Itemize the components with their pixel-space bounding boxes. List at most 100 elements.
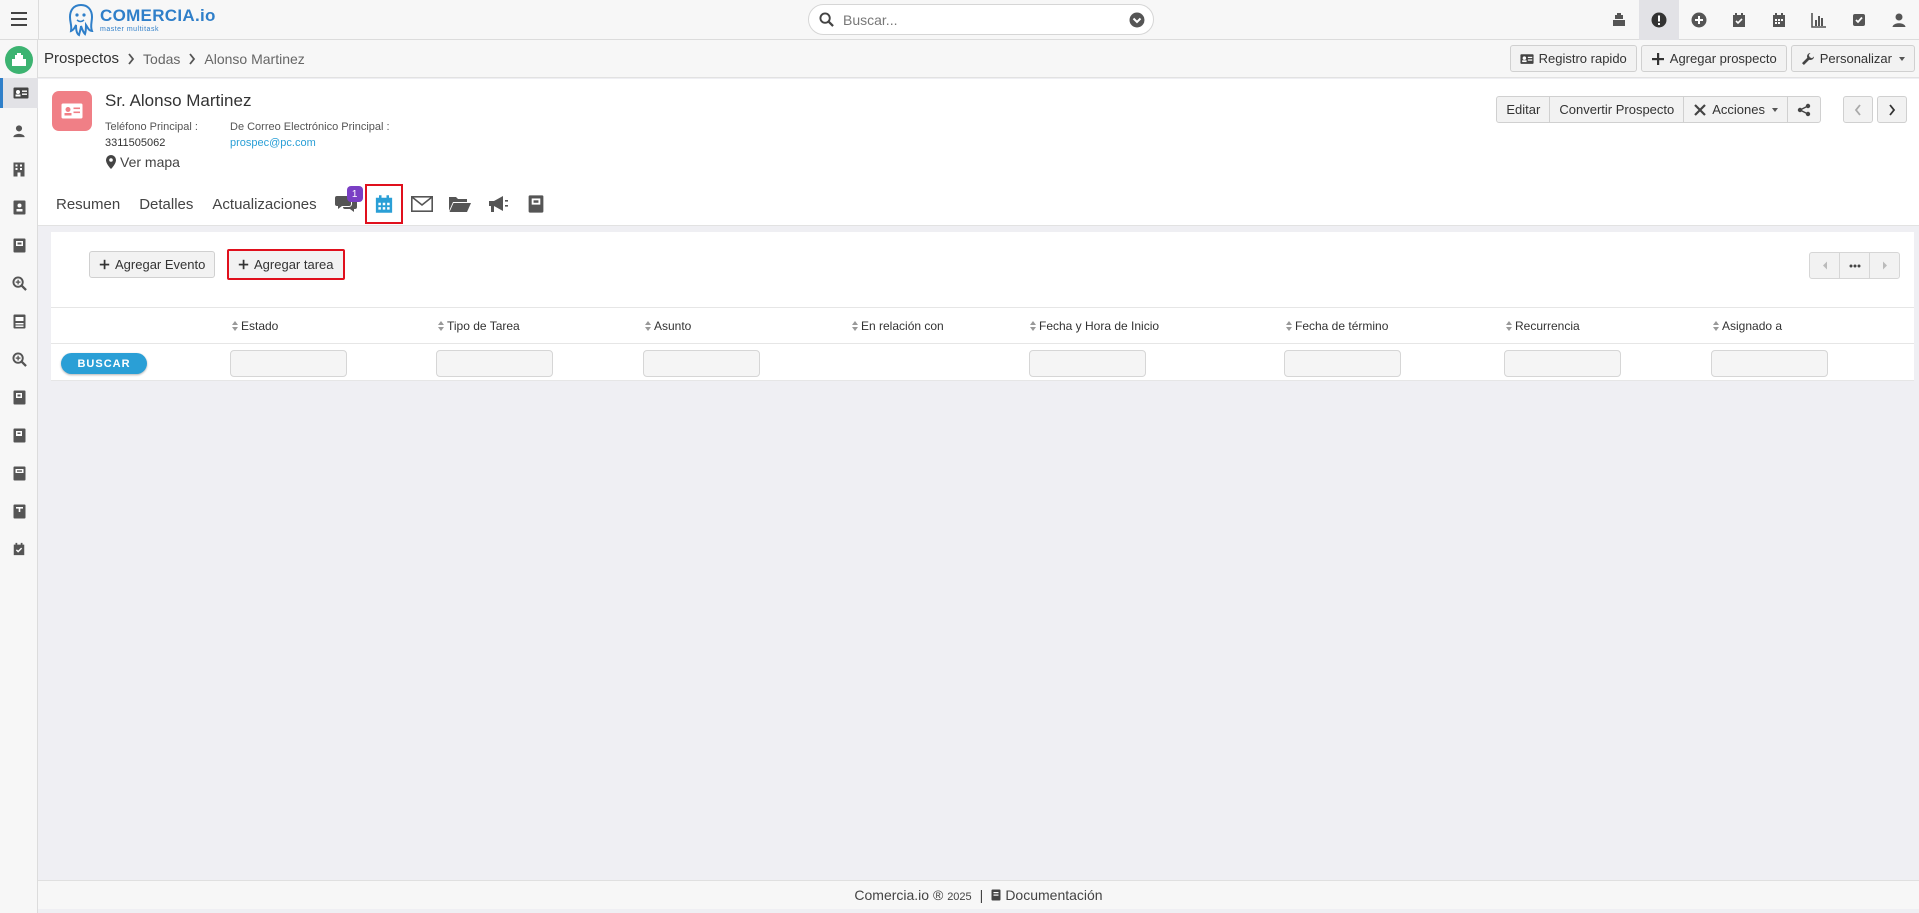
sidebar-item-prospects[interactable] [0, 78, 38, 108]
sidebar-item-invoices[interactable] [0, 382, 38, 412]
pagination [1809, 252, 1900, 279]
sidebar-item-tasks[interactable] [0, 496, 38, 526]
column-header[interactable]: Asunto [645, 319, 691, 333]
table-header: Estado Tipo de Tarea Asunto En relación … [51, 307, 1914, 344]
column-header[interactable]: Tipo de Tarea [438, 319, 520, 333]
user-icon[interactable] [1879, 0, 1919, 40]
bar-chart-icon[interactable] [1799, 0, 1839, 40]
sidebar-item-purchases[interactable] [0, 420, 38, 450]
plus-circle-icon[interactable] [1679, 0, 1719, 40]
tab-comments[interactable]: 1 [327, 184, 365, 224]
tab-documents[interactable] [441, 184, 479, 224]
tab-calendar[interactable] [364, 184, 403, 224]
next-record-button[interactable] [1877, 96, 1907, 123]
add-event-button[interactable]: Agregar Evento [89, 251, 216, 278]
actions-dropdown[interactable]: Acciones [1683, 96, 1788, 123]
map-marker-icon [106, 155, 116, 169]
sidebar-item-contacts[interactable] [0, 116, 38, 146]
chevron-right-icon [128, 52, 135, 65]
filter-input-recurrence[interactable] [1504, 350, 1621, 377]
calendar-icon[interactable] [1759, 0, 1799, 40]
tab-summary[interactable]: Resumen [56, 196, 120, 213]
home-icon[interactable] [5, 46, 33, 74]
filter-input-end-date[interactable] [1284, 350, 1401, 377]
customize-button[interactable]: Personalizar [1790, 45, 1915, 72]
tab-emails[interactable] [403, 184, 441, 224]
book-c-icon [13, 238, 25, 252]
filter-input-assigned-to[interactable] [1711, 350, 1828, 377]
record-navigation [1843, 96, 1907, 123]
column-header[interactable]: Recurrencia [1506, 319, 1580, 333]
sidebar-item-search[interactable] [0, 344, 38, 374]
view-map-link[interactable]: Ver mapa [106, 154, 180, 170]
share-button[interactable] [1787, 96, 1821, 123]
more-options-button[interactable] [1839, 252, 1870, 279]
breadcrumb-module[interactable]: Prospectos [44, 50, 119, 67]
calendar-check-icon [13, 542, 25, 556]
filter-input-start-date[interactable] [1029, 350, 1146, 377]
sort-icon [1506, 321, 1512, 331]
sidebar-item-catalog[interactable] [0, 230, 38, 260]
column-header[interactable]: Fecha y Hora de Inicio [1030, 319, 1159, 333]
previous-record-button[interactable] [1843, 96, 1873, 123]
tab-details[interactable]: Detalles [139, 196, 193, 213]
convert-prospect-button[interactable]: Convertir Prospecto [1549, 96, 1685, 123]
tab-updates[interactable]: Actualizaciones [212, 196, 316, 213]
email-field: De Correo Electrónico Principal : prospe… [230, 119, 390, 151]
plus-icon [238, 259, 249, 270]
caret-down-icon [1899, 56, 1905, 61]
envelope-icon [410, 196, 433, 212]
next-page-button[interactable] [1869, 252, 1900, 279]
record-name: Sr. Alonso Martinez [105, 91, 252, 110]
sidebar-item-companies[interactable] [0, 154, 38, 184]
tab-campaigns[interactable] [479, 184, 517, 224]
quick-register-button[interactable]: Registro rapido [1509, 45, 1637, 72]
breadcrumb-bar: Prospectos Todas Alonso Martinez Registr… [38, 40, 1919, 78]
menu-icon[interactable] [8, 8, 30, 30]
column-header[interactable]: Estado [232, 319, 278, 333]
checkbox-icon[interactable] [1839, 0, 1879, 40]
add-prospect-button[interactable]: Agregar prospecto [1640, 45, 1787, 72]
phone-label: Teléfono Principal : [105, 121, 198, 133]
sidebar-item-contact-book[interactable] [0, 192, 38, 222]
column-header[interactable]: Fecha de término [1286, 319, 1388, 333]
chevron-right-icon [1889, 103, 1896, 116]
comments-count-badge: 1 [346, 186, 363, 202]
column-header[interactable]: En relación con [852, 319, 944, 333]
documentation-link[interactable]: Documentación [991, 887, 1103, 903]
filter-input-status[interactable] [230, 350, 347, 377]
book-p-icon [13, 428, 25, 442]
sidebar-item-quotes[interactable] [0, 306, 38, 336]
calendar-check-icon[interactable] [1719, 0, 1759, 40]
breadcrumb-list[interactable]: Todas [143, 51, 180, 67]
tab-catalog[interactable] [517, 184, 555, 224]
user-icon [13, 125, 25, 138]
previous-page-button[interactable] [1809, 252, 1840, 279]
folder-open-icon [448, 197, 471, 212]
email-link[interactable]: prospec@pc.com [230, 135, 390, 151]
book-t-icon [13, 504, 25, 518]
calendar-icon [375, 195, 392, 213]
documentation-label: Documentación [1005, 887, 1103, 903]
filter-input-subject[interactable] [643, 350, 760, 377]
alert-icon[interactable] [1639, 0, 1679, 40]
breadcrumb: Prospectos Todas Alonso Martinez [44, 50, 305, 67]
filter-input-task-type[interactable] [436, 350, 553, 377]
column-header[interactable]: Asignado a [1713, 319, 1782, 333]
sidebar-item-search-docs[interactable] [0, 268, 38, 298]
search-input[interactable] [843, 10, 1113, 30]
add-task-button[interactable]: Agregar tarea [227, 249, 345, 280]
address-book-icon [13, 200, 25, 214]
footer-brand: Comercia.io ® 2025 [854, 887, 971, 903]
tools-icon [1694, 103, 1707, 116]
app-logo[interactable]: COMERCIA.io master multitask [66, 2, 216, 38]
search-button[interactable]: BUSCAR [61, 353, 147, 374]
sidebar-item-sales-orders[interactable] [0, 458, 38, 488]
sidebar-item-calendar[interactable] [0, 534, 38, 564]
chevron-down-circle-icon[interactable] [1129, 12, 1145, 28]
edit-button[interactable]: Editar [1496, 96, 1551, 123]
sort-icon [232, 321, 238, 331]
chevron-right-icon [1882, 261, 1887, 270]
customize-label: Personalizar [1819, 51, 1892, 66]
cash-register-icon[interactable] [1599, 0, 1639, 40]
